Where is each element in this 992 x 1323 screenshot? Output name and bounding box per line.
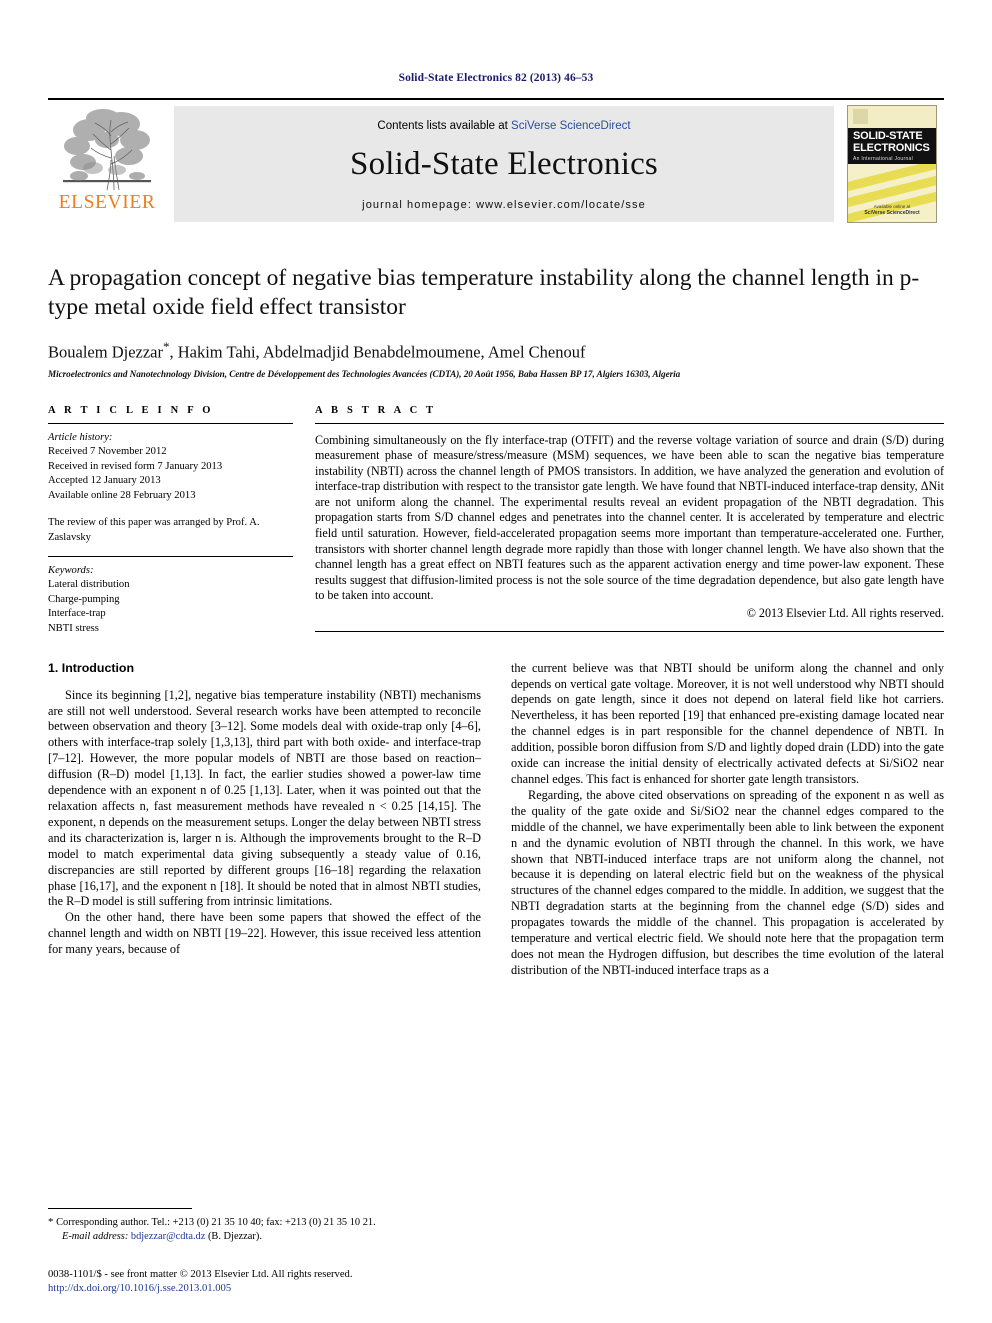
email-note: E-mail address: bdjezzar@cdta.dz (B. Dje… xyxy=(48,1230,481,1244)
abstract-rule-top xyxy=(315,422,944,424)
abstract-column: A B S T R A C T Combining simultaneously… xyxy=(315,405,944,637)
keyword-item: NBTI stress xyxy=(48,623,99,635)
page-footer: 0038-1101/$ - see front matter © 2013 El… xyxy=(48,1268,568,1296)
corresponding-author-text: Corresponding author. Tel.: +213 (0) 21 … xyxy=(56,1217,376,1228)
article-info-rule xyxy=(48,422,293,424)
abstract-rule-bottom xyxy=(315,631,944,633)
keyword-item: Interface-trap xyxy=(48,608,106,620)
sciencedirect-link[interactable]: SciVerse ScienceDirect xyxy=(511,120,631,132)
footnote-block: * Corresponding author. Tel.: +213 (0) 2… xyxy=(48,1208,481,1244)
email-link[interactable]: bdjezzar@cdta.dz xyxy=(131,1231,205,1242)
body-columns: 1. Introduction Since its beginning [1,2… xyxy=(48,661,944,979)
paper-page: Solid-State Electronics 82 (2013) 46–53 xyxy=(0,0,992,1323)
cover-artwork: Available online at SciVerse ScienceDire… xyxy=(848,164,936,222)
article-history-label: Article history: xyxy=(48,431,113,443)
paragraph: Regarding, the above cited observations … xyxy=(511,787,944,977)
editor-note: The review of this paper was arranged by… xyxy=(48,517,260,544)
cover-subtitle: An International Journal xyxy=(853,156,914,162)
cover-foot-bold: SciVerse ScienceDirect xyxy=(864,210,920,216)
abstract-heading: A B S T R A C T xyxy=(315,404,437,416)
cover-title-band: SOLID-STATE ELECTRONICS An International… xyxy=(848,128,936,166)
contents-prefix: Contents lists available at xyxy=(377,119,512,132)
paragraph: Since its beginning [1,2], negative bias… xyxy=(48,687,481,909)
body-column-left: 1. Introduction Since its beginning [1,2… xyxy=(48,661,481,979)
author-list: Boualem Djezzar*, Hakim Tahi, Abdelmadji… xyxy=(48,339,944,363)
contents-available-line: Contents lists available at SciVerse Sci… xyxy=(377,120,630,132)
masthead-right: SOLID-STATE ELECTRONICS An International… xyxy=(840,100,944,228)
elsevier-tree-icon xyxy=(59,106,155,192)
history-revised: Received in revised form 7 January 2013 xyxy=(48,460,223,472)
cover-elsevier-icon xyxy=(853,109,868,124)
paragraph: On the other hand, there have been some … xyxy=(48,910,481,957)
section-heading-introduction: 1. Introduction xyxy=(48,660,135,675)
keyword-item: Charge-pumping xyxy=(48,593,120,605)
body-column-right: the current believe was that NBTI should… xyxy=(511,661,944,979)
abstract-text: Combining simultaneously on the fly inte… xyxy=(315,432,944,603)
elsevier-wordmark: ELSEVIER xyxy=(58,192,156,213)
article-info-column: A R T I C L E I N F O Article history: R… xyxy=(48,405,293,637)
info-abstract-row: A R T I C L E I N F O Article history: R… xyxy=(48,405,944,637)
article-info-heading: A R T I C L E I N F O xyxy=(48,404,214,416)
cover-title-line1: SOLID-STATE xyxy=(853,130,923,142)
history-accepted: Accepted 12 January 2013 xyxy=(48,475,161,487)
journal-masthead: ELSEVIER Contents lists available at Sci… xyxy=(48,98,944,228)
title-block: A propagation concept of negative bias t… xyxy=(48,264,944,379)
keywords-label: Keywords: xyxy=(48,564,94,576)
masthead-center: Contents lists available at SciVerse Sci… xyxy=(174,106,834,222)
keywords-block: Keywords: Lateral distribution Charge-pu… xyxy=(48,564,293,637)
publisher-logo: ELSEVIER xyxy=(48,100,166,228)
affiliation: Microelectronics and Nanotechnology Divi… xyxy=(48,368,681,379)
page-title: A propagation concept of negative bias t… xyxy=(48,265,920,320)
history-online: Available online 28 February 2013 xyxy=(48,489,196,501)
cover-title-line2: ELECTRONICS xyxy=(853,141,930,154)
keyword-item: Lateral distribution xyxy=(48,579,130,591)
corresponding-author-note: * Corresponding author. Tel.: +213 (0) 2… xyxy=(48,1215,481,1230)
email-label: E-mail address: xyxy=(62,1231,129,1242)
running-head: Solid-State Electronics 82 (2013) 46–53 xyxy=(398,72,594,84)
paragraph: the current believe was that NBTI should… xyxy=(511,660,944,786)
abstract-copyright: © 2013 Elsevier Ltd. All rights reserved… xyxy=(746,606,944,621)
author-first: Boualem Djezzar xyxy=(48,342,163,362)
journal-homepage-link[interactable]: journal homepage: www.elsevier.com/locat… xyxy=(362,199,646,211)
footnote-rule xyxy=(48,1208,192,1209)
doi-link[interactable]: http://dx.doi.org/10.1016/j.sse.2013.01.… xyxy=(48,1282,568,1296)
footnote-marker: * xyxy=(48,1216,54,1228)
cover-footer: Available online at SciVerse ScienceDire… xyxy=(848,204,936,216)
cover-top-band xyxy=(848,106,936,128)
article-history: Article history: Received 7 November 201… xyxy=(48,431,293,546)
keywords-rule xyxy=(48,555,293,557)
author-rest: , Hakim Tahi, Abdelmadjid Benabdelmoumen… xyxy=(169,342,586,362)
email-owner: (B. Djezzar). xyxy=(207,1231,262,1242)
journal-cover-image: SOLID-STATE ELECTRONICS An International… xyxy=(847,105,937,223)
history-received: Received 7 November 2012 xyxy=(48,446,167,458)
journal-title: Solid-State Electronics xyxy=(350,145,658,182)
issn-copyright-line: 0038-1101/$ - see front matter © 2013 El… xyxy=(48,1269,353,1280)
